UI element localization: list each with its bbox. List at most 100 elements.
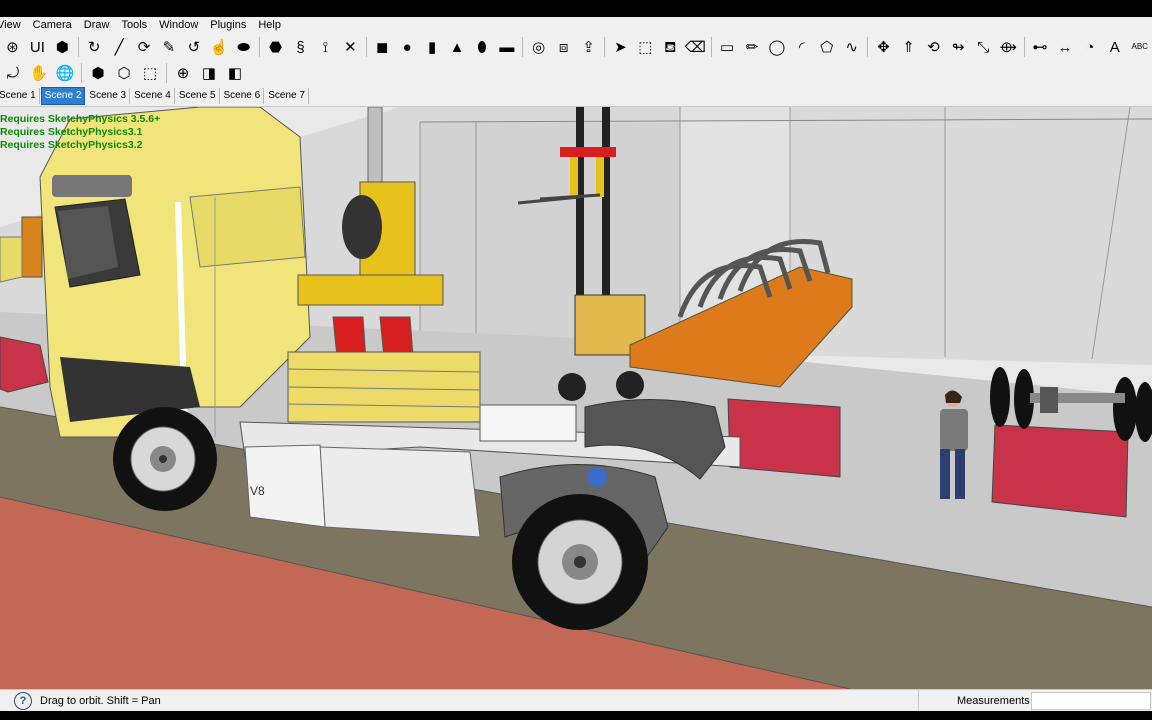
toolbar-separator [77, 37, 79, 57]
section-plane-icon[interactable]: ◨ [197, 61, 221, 85]
protractor-icon[interactable]: ◔ [1078, 35, 1101, 59]
rotate-tool-icon[interactable]: ⟲ [922, 35, 945, 59]
text-icon[interactable]: A [1103, 35, 1126, 59]
circle-icon[interactable]: ◯ [765, 35, 788, 59]
menu-plugins[interactable]: Plugins [204, 17, 252, 34]
tab-scene-6[interactable]: Scene 6 [221, 88, 265, 104]
component-c-icon[interactable]: ⬚ [138, 61, 162, 85]
gem-icon[interactable]: ⬣ [264, 35, 287, 59]
overlay-line-1: Requires SketchyPhysics 3.5.6+ [0, 113, 161, 125]
ui-icon[interactable]: UI [26, 35, 49, 59]
ellipse-icon[interactable]: ⬬ [232, 35, 255, 59]
hand-icon[interactable]: ☝ [207, 35, 230, 59]
freehand-icon[interactable]: ∿ [840, 35, 863, 59]
secondary-toolbar: ⤾ ✋ 🌐 ⬢ ⬡ ⬚ ⊕ ◨ ◧ [0, 60, 1152, 86]
measurements-input[interactable] [1031, 692, 1151, 710]
scene-tabs: Scene 1 Scene 2 Scene 3 Scene 4 Scene 5 Scene… [0, 86, 1152, 107]
component-icon[interactable]: ⬚ [634, 35, 657, 59]
dimension-icon[interactable]: ↔ [1054, 35, 1077, 59]
spring-icon[interactable]: § [289, 35, 312, 59]
overlay-line-3: Requires SketchyPhysics3.2 [0, 139, 143, 151]
orbit-icon[interactable]: ⊛ [1, 35, 24, 59]
toolbar-separator [1023, 37, 1025, 57]
toolbar-separator [604, 37, 605, 57]
tab-scene-4[interactable]: Scene 4 [131, 88, 175, 104]
component-a-icon[interactable]: ⬢ [86, 61, 110, 85]
paint-bucket-icon[interactable]: ⛾ [659, 35, 682, 59]
menu-help[interactable]: Help [252, 17, 287, 34]
menu-tools[interactable]: Tools [115, 17, 153, 34]
tab-scene-5[interactable]: Scene 5 [176, 88, 220, 104]
follow-me-icon[interactable]: ↬ [947, 35, 970, 59]
red-crate-middle [727, 398, 841, 478]
window-top-strip [0, 0, 1152, 17]
polygon-icon[interactable]: ⬠ [815, 35, 838, 59]
tape-measure-icon[interactable]: ⊷ [1029, 35, 1052, 59]
toolbar-separator [166, 63, 167, 83]
pencil-icon[interactable]: ✎ [157, 35, 180, 59]
pan-icon[interactable]: ✋ [27, 61, 51, 85]
select-icon[interactable]: ➤ [609, 35, 632, 59]
cross-icon[interactable]: ✕ [339, 35, 362, 59]
status-bar: ? Drag to orbit. Shift = Pan Measurement… [0, 689, 1152, 712]
menu-camera[interactable]: Camera [27, 17, 78, 34]
menu-bar: View Camera Draw Tools Window Plugins Help [0, 17, 1152, 34]
upload-icon[interactable]: ⇪ [577, 35, 600, 59]
rear-wheel [512, 494, 648, 630]
red-crate-right [991, 424, 1129, 518]
refresh-icon[interactable]: ↺ [182, 35, 205, 59]
arc-icon[interactable]: ◜ [790, 35, 813, 59]
pencil-line-icon[interactable]: ✏ [741, 35, 764, 59]
overlay-line-2: Requires SketchyPhysics3.1 [0, 126, 143, 138]
fuel-tank [319, 446, 481, 538]
badge-icon [587, 467, 607, 487]
toolbar-separator [81, 63, 82, 83]
move-icon[interactable]: ✥ [872, 35, 895, 59]
push-pull-icon[interactable]: ⇑ [897, 35, 920, 59]
eraser-icon[interactable]: ⌫ [684, 35, 707, 59]
menu-window[interactable]: Window [153, 17, 204, 34]
cylinder-icon[interactable]: ▮ [421, 35, 444, 59]
label-icon[interactable]: ABC [1128, 35, 1151, 59]
scene-render: V8 [0, 107, 1152, 689]
axes-icon[interactable]: ⊕ [171, 61, 195, 85]
component-b-icon[interactable]: ⬡ [112, 61, 136, 85]
line-icon[interactable]: ╱ [108, 35, 131, 59]
torus-icon[interactable]: ◎ [527, 35, 550, 59]
status-text: Drag to orbit. Shift = Pan [40, 695, 161, 707]
tab-scene-2[interactable]: Scene 2 [40, 87, 86, 105]
magnet-icon[interactable]: ⟟ [314, 35, 337, 59]
slab-icon[interactable]: ▬ [495, 35, 518, 59]
measurements-label: Measurements [918, 690, 1030, 712]
sphere-icon[interactable]: ● [396, 35, 419, 59]
offset-icon[interactable]: ⟳ [133, 35, 156, 59]
help-icon[interactable]: ? [14, 692, 32, 710]
cone-icon[interactable]: ▲ [446, 35, 469, 59]
window-bottom-strip [0, 711, 1152, 720]
tab-scene-1[interactable]: Scene 1 [0, 88, 40, 104]
scale-icon[interactable]: ⤡ [972, 35, 995, 59]
main-toolbar: ⊛ UI ⬢ ↻ ╱ ⟳ ✎ ↺ ☝ ⬬ ⬣ § ⟟ ✕ ◼ ● ▮ ▲ ⬮ ▬ ◎ ⧈ ⇪ ➤ ⬚ ⛾ ⌫ ▭ ✏ ◯ ◜ ⬠ ∿ ✥ ⇑ ⟲ ↬ ⤡ ⟴… [0, 34, 1152, 60]
toolbar-separator [522, 37, 524, 57]
toolbar-separator [259, 37, 261, 57]
rectangle-icon[interactable]: ▭ [716, 35, 739, 59]
rotate-icon[interactable]: ↻ [83, 35, 106, 59]
box-icon[interactable]: ◼ [371, 35, 394, 59]
orbit-camera-icon[interactable]: ⤾ [1, 61, 25, 85]
physics-icon[interactable]: ⬢ [51, 35, 74, 59]
tab-scene-3[interactable]: Scene 3 [86, 88, 131, 104]
capsule-icon[interactable]: ⬮ [470, 35, 493, 59]
globe-icon[interactable]: 🌐 [53, 61, 77, 85]
menu-draw[interactable]: Draw [78, 17, 116, 34]
v8-mark: V8 [250, 484, 265, 498]
cubes-icon[interactable]: ⧈ [552, 35, 575, 59]
3d-viewport[interactable]: V8 Requires SketchyPhysics 3.5.6+ Requir… [0, 107, 1152, 689]
menu-view[interactable]: View [0, 17, 27, 34]
section-fill-icon[interactable]: ◧ [223, 61, 247, 85]
toolbar-separator [365, 37, 367, 57]
tab-scene-7[interactable]: Scene 7 [265, 88, 309, 104]
front-wheel [113, 407, 217, 511]
toolbar-separator [710, 37, 712, 57]
offset-tool-icon[interactable]: ⟴ [997, 35, 1020, 59]
wall-panel-c [790, 107, 1152, 365]
